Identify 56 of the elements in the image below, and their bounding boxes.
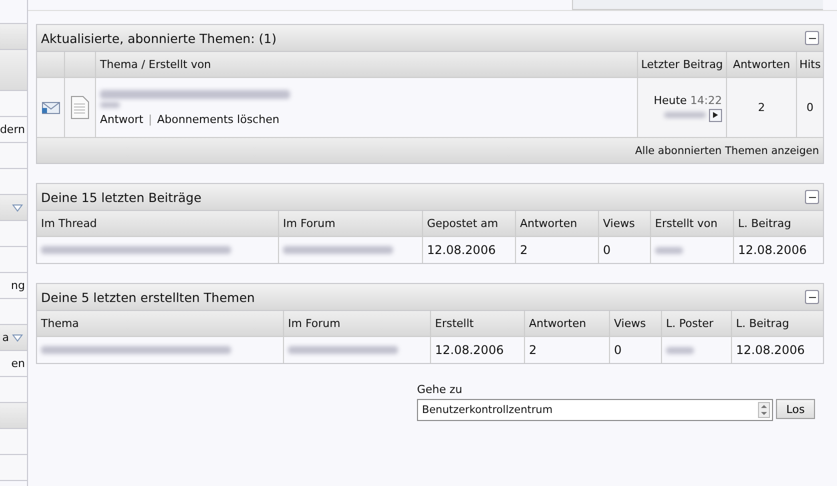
column-header: Im Thread	[37, 211, 279, 236]
forum-jump-select[interactable]: Benutzerkontrollzentrum	[417, 399, 773, 421]
replies-count: 2	[727, 78, 797, 137]
column-header: Erstellt von	[651, 211, 734, 236]
dropdown-triangle-icon	[12, 334, 23, 342]
column-header: Im Forum	[284, 311, 431, 336]
column-header: Antworten	[525, 311, 610, 336]
panel-title: Aktualisierte, abonnierte Themen: (1)	[41, 30, 276, 46]
table-cell: 2	[529, 343, 537, 357]
column-header: Antworten	[516, 211, 599, 236]
envelope-icon	[42, 102, 60, 114]
column-header: Antworten	[727, 52, 797, 77]
spinner-arrows-icon	[758, 402, 770, 418]
dropdown-triangle-icon	[12, 204, 23, 212]
unsubscribe-link[interactable]: Abonnements löschen	[157, 112, 280, 126]
panel-title: Deine 15 letzten Beiträge	[41, 190, 202, 204]
column-header: Thema	[37, 311, 284, 336]
column-header: Hits	[798, 57, 822, 73]
column-header: Thema / Erstellt von	[96, 52, 638, 77]
column-header: Gepostet am	[423, 211, 516, 236]
show-all-subscriptions-link[interactable]: Alle abonnierten Themen anzeigen	[635, 144, 819, 156]
column-header: Erstellt	[431, 311, 525, 336]
column-header: Im Forum	[279, 211, 423, 236]
column-header: Views	[599, 211, 651, 236]
column-header: L. Poster	[662, 311, 732, 336]
sidebar-item[interactable]: a	[0, 325, 27, 351]
column-header: Views	[610, 311, 662, 336]
table-cell: 12.08.2006	[736, 343, 805, 357]
table-cell: 12.08.2006	[427, 243, 496, 257]
table-cell: 0	[603, 243, 611, 257]
last-post-time: 14:22	[690, 94, 722, 106]
collapse-button[interactable]	[805, 31, 819, 45]
column-header: L. Beitrag	[735, 316, 790, 332]
collapse-button[interactable]	[805, 290, 819, 304]
table-cell: 12.08.2006	[738, 243, 807, 257]
go-to-last-post-button[interactable]	[709, 108, 722, 122]
panel-title: Deine 5 letzten erstellten Themen	[41, 290, 255, 304]
separator: |	[148, 112, 152, 126]
blurred-text	[666, 346, 694, 354]
column-header: Letzter Beitrag	[638, 52, 727, 77]
reply-link[interactable]: Antwort	[100, 112, 144, 126]
hits-count: 0	[806, 100, 814, 116]
blurred-author	[100, 102, 120, 108]
blurred-author	[664, 112, 706, 118]
sidebar-item[interactable]	[0, 195, 27, 221]
column-header: L. Beitrag	[737, 216, 792, 232]
collapse-button[interactable]	[805, 190, 819, 204]
table-cell: 2	[520, 243, 528, 257]
jump-label: Gehe zu	[417, 383, 464, 396]
table-cell: 12.08.2006	[435, 343, 504, 357]
last-post-day: Heute	[654, 94, 687, 106]
document-icon	[71, 96, 89, 119]
play-arrow-icon	[713, 112, 718, 118]
blurred-text	[655, 246, 683, 254]
go-button[interactable]: Los	[776, 399, 815, 419]
table-cell: 0	[614, 343, 622, 357]
